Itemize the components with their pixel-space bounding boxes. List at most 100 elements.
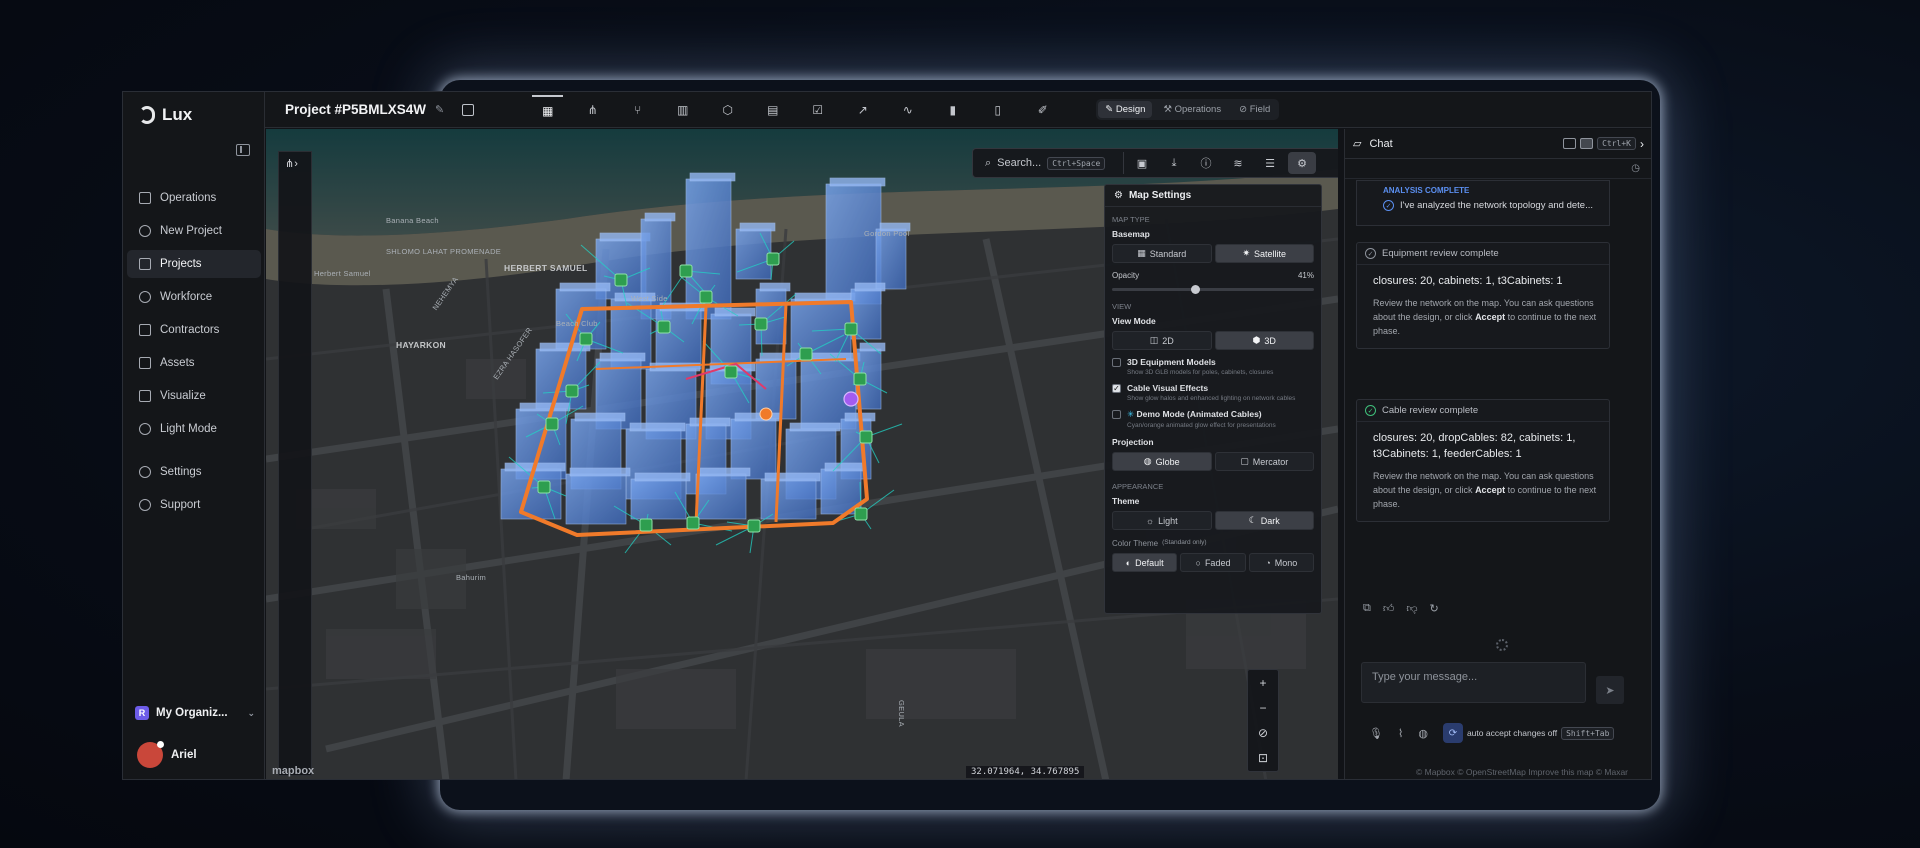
user-menu[interactable]: Ariel: [137, 741, 197, 768]
copy-icon[interactable]: ⧉: [1363, 602, 1371, 615]
network-icon[interactable]: ⋔›: [285, 157, 298, 170]
mode-operations[interactable]: ⚒ Operations: [1156, 101, 1228, 118]
closure-node[interactable]: [854, 507, 868, 521]
ruler-icon[interactable]: ✐: [1027, 95, 1058, 125]
theme-light-button[interactable]: ☼ Light: [1112, 511, 1212, 530]
closure-node[interactable]: [686, 516, 700, 530]
view-2d-button[interactable]: ◫ 2D: [1112, 331, 1212, 350]
closure-node[interactable]: [657, 320, 671, 334]
brand[interactable]: Lux: [139, 102, 192, 128]
document-icon[interactable]: ▯: [982, 95, 1013, 125]
map-canvas[interactable]: Banana Beach SHLOMO LAHAT PROMENADE HERB…: [266, 129, 1338, 779]
checkbox-box[interactable]: ✓: [1112, 384, 1121, 393]
pencil-icon[interactable]: ✎: [435, 103, 444, 116]
closure-node[interactable]: [639, 518, 653, 532]
panel-icon[interactable]: [1563, 138, 1577, 149]
gear-icon[interactable]: ⚙: [1288, 152, 1316, 174]
download-icon[interactable]: ⤓: [1160, 152, 1188, 174]
zoom-out-icon[interactable]: −: [1259, 701, 1266, 715]
closure-node[interactable]: [853, 372, 867, 386]
globe-icon[interactable]: ◍: [1418, 727, 1428, 740]
sidebar-collapse-icon[interactable]: [236, 144, 250, 156]
color-theme-default-button[interactable]: ◐ Default: [1112, 553, 1178, 572]
sidebar-item-new-project[interactable]: New Project: [127, 217, 261, 245]
mode-field[interactable]: ⊘ Field: [1232, 101, 1277, 118]
projection-mercator-button[interactable]: ▢ Mercator: [1214, 452, 1314, 471]
sidebar-item-light-mode[interactable]: Light Mode: [127, 415, 261, 443]
chat-input[interactable]: Type your message...: [1361, 662, 1586, 703]
sidebar-item-contractors[interactable]: Contractors: [127, 316, 261, 344]
bar-chart-icon[interactable]: ▮: [937, 95, 968, 125]
clipboard-check-icon[interactable]: ☑: [802, 95, 833, 125]
compass-icon[interactable]: ⊘: [1258, 726, 1268, 740]
checkbox-box[interactable]: [1112, 410, 1121, 419]
save-icon[interactable]: ▣: [1128, 152, 1156, 174]
closure-node[interactable]: [699, 290, 713, 304]
closure-node[interactable]: [724, 365, 738, 379]
cable-effects-checkbox[interactable]: ✓ Cable Visual Effects Show glow halos an…: [1112, 383, 1314, 402]
pulse-icon[interactable]: ∿: [892, 95, 923, 125]
closure-node[interactable]: [754, 317, 768, 331]
building-icon[interactable]: ▥: [667, 95, 698, 125]
sidebar-item-settings[interactable]: Settings: [127, 458, 261, 486]
layers-icon[interactable]: ≋: [1224, 152, 1252, 174]
opacity-slider-handle[interactable]: [1190, 285, 1200, 294]
org-switcher[interactable]: R My Organiz... ⌄: [135, 703, 255, 723]
accept-link[interactable]: Accept: [1475, 312, 1505, 322]
accept-link[interactable]: Accept: [1475, 485, 1505, 495]
network-icon[interactable]: ⋔: [577, 95, 608, 125]
closure-node[interactable]: [844, 322, 858, 336]
closure-node[interactable]: [537, 480, 551, 494]
network-side-panel[interactable]: ⋔›: [278, 151, 312, 776]
retry-icon[interactable]: ↻: [1430, 602, 1439, 615]
closure-node[interactable]: [565, 384, 579, 398]
save-icon[interactable]: [462, 103, 475, 116]
zoom-in-icon[interactable]: +: [1259, 676, 1266, 690]
mode-design[interactable]: ✎ Design: [1098, 101, 1153, 118]
layers-icon[interactable]: [1580, 138, 1594, 149]
microphone-icon[interactable]: 🎙︎: [1369, 727, 1383, 740]
closure-node[interactable]: [799, 347, 813, 361]
branch-icon[interactable]: ⑂: [622, 95, 653, 125]
color-theme-mono-button[interactable]: ◔ Mono: [1248, 553, 1314, 572]
color-theme-faded-button[interactable]: ○ Faded: [1180, 553, 1246, 572]
closure-node[interactable]: [545, 417, 559, 431]
sidebar-item-workforce[interactable]: Workforce: [127, 283, 261, 311]
opacity-slider[interactable]: [1112, 285, 1314, 294]
closure-node[interactable]: [747, 519, 761, 533]
map-search[interactable]: ⌕ Search... Ctrl+Space: [979, 152, 1124, 174]
equipment-models-checkbox[interactable]: 3D Equipment Models Show 3D GLB models fo…: [1112, 357, 1314, 376]
basemap-satellite-button[interactable]: ✷ Satellite: [1214, 244, 1314, 263]
closure-node[interactable]: [614, 273, 628, 287]
trend-icon[interactable]: ↗: [847, 95, 878, 125]
closure-node[interactable]: [859, 430, 873, 444]
thumbs-up-icon[interactable]: 👍︎: [1383, 602, 1395, 615]
info-icon[interactable]: ⓘ: [1192, 152, 1220, 174]
sidebar-item-operations[interactable]: Operations: [127, 184, 261, 212]
map-attribution[interactable]: © Mapbox © OpenStreetMap Improve this ma…: [1416, 767, 1628, 777]
projection-globe-button[interactable]: ◍ Globe: [1112, 452, 1212, 471]
basemap-standard-button[interactable]: ▦ Standard: [1112, 244, 1212, 263]
sidebar-item-support[interactable]: Support: [127, 491, 261, 519]
auto-accept-toggle[interactable]: ⟳ auto accept changes off Shift+Tab: [1442, 723, 1615, 743]
view-3d-button[interactable]: ⬢ 3D: [1214, 331, 1314, 350]
thumbs-down-icon[interactable]: 👎︎: [1406, 602, 1417, 615]
closure-node[interactable]: [679, 264, 693, 278]
send-icon[interactable]: ➤: [1596, 676, 1624, 704]
sidebar-item-assets[interactable]: Assets: [127, 349, 261, 377]
theme-dark-button[interactable]: ☾ Dark: [1214, 511, 1314, 530]
clipboard-icon[interactable]: ▤: [757, 95, 788, 125]
checkbox-box[interactable]: [1112, 358, 1121, 367]
sidebar-item-visualize[interactable]: Visualize: [127, 382, 261, 410]
history-icon[interactable]: ◷: [1631, 163, 1640, 174]
map-icon[interactable]: ▦: [532, 94, 564, 125]
list-icon[interactable]: ☰: [1256, 152, 1284, 174]
closure-node[interactable]: [766, 252, 780, 266]
box-icon[interactable]: ⬡: [712, 95, 743, 125]
sidebar-item-projects[interactable]: Projects: [127, 250, 261, 278]
closure-node[interactable]: [579, 332, 593, 346]
chevron-right-icon[interactable]: ›: [1640, 137, 1644, 151]
attachment-icon[interactable]: ⌇: [1398, 727, 1403, 740]
demo-mode-checkbox[interactable]: ✳ Demo Mode (Animated Cables) Cyan/orange…: [1112, 409, 1314, 429]
locate-icon[interactable]: ⊡: [1258, 751, 1268, 765]
